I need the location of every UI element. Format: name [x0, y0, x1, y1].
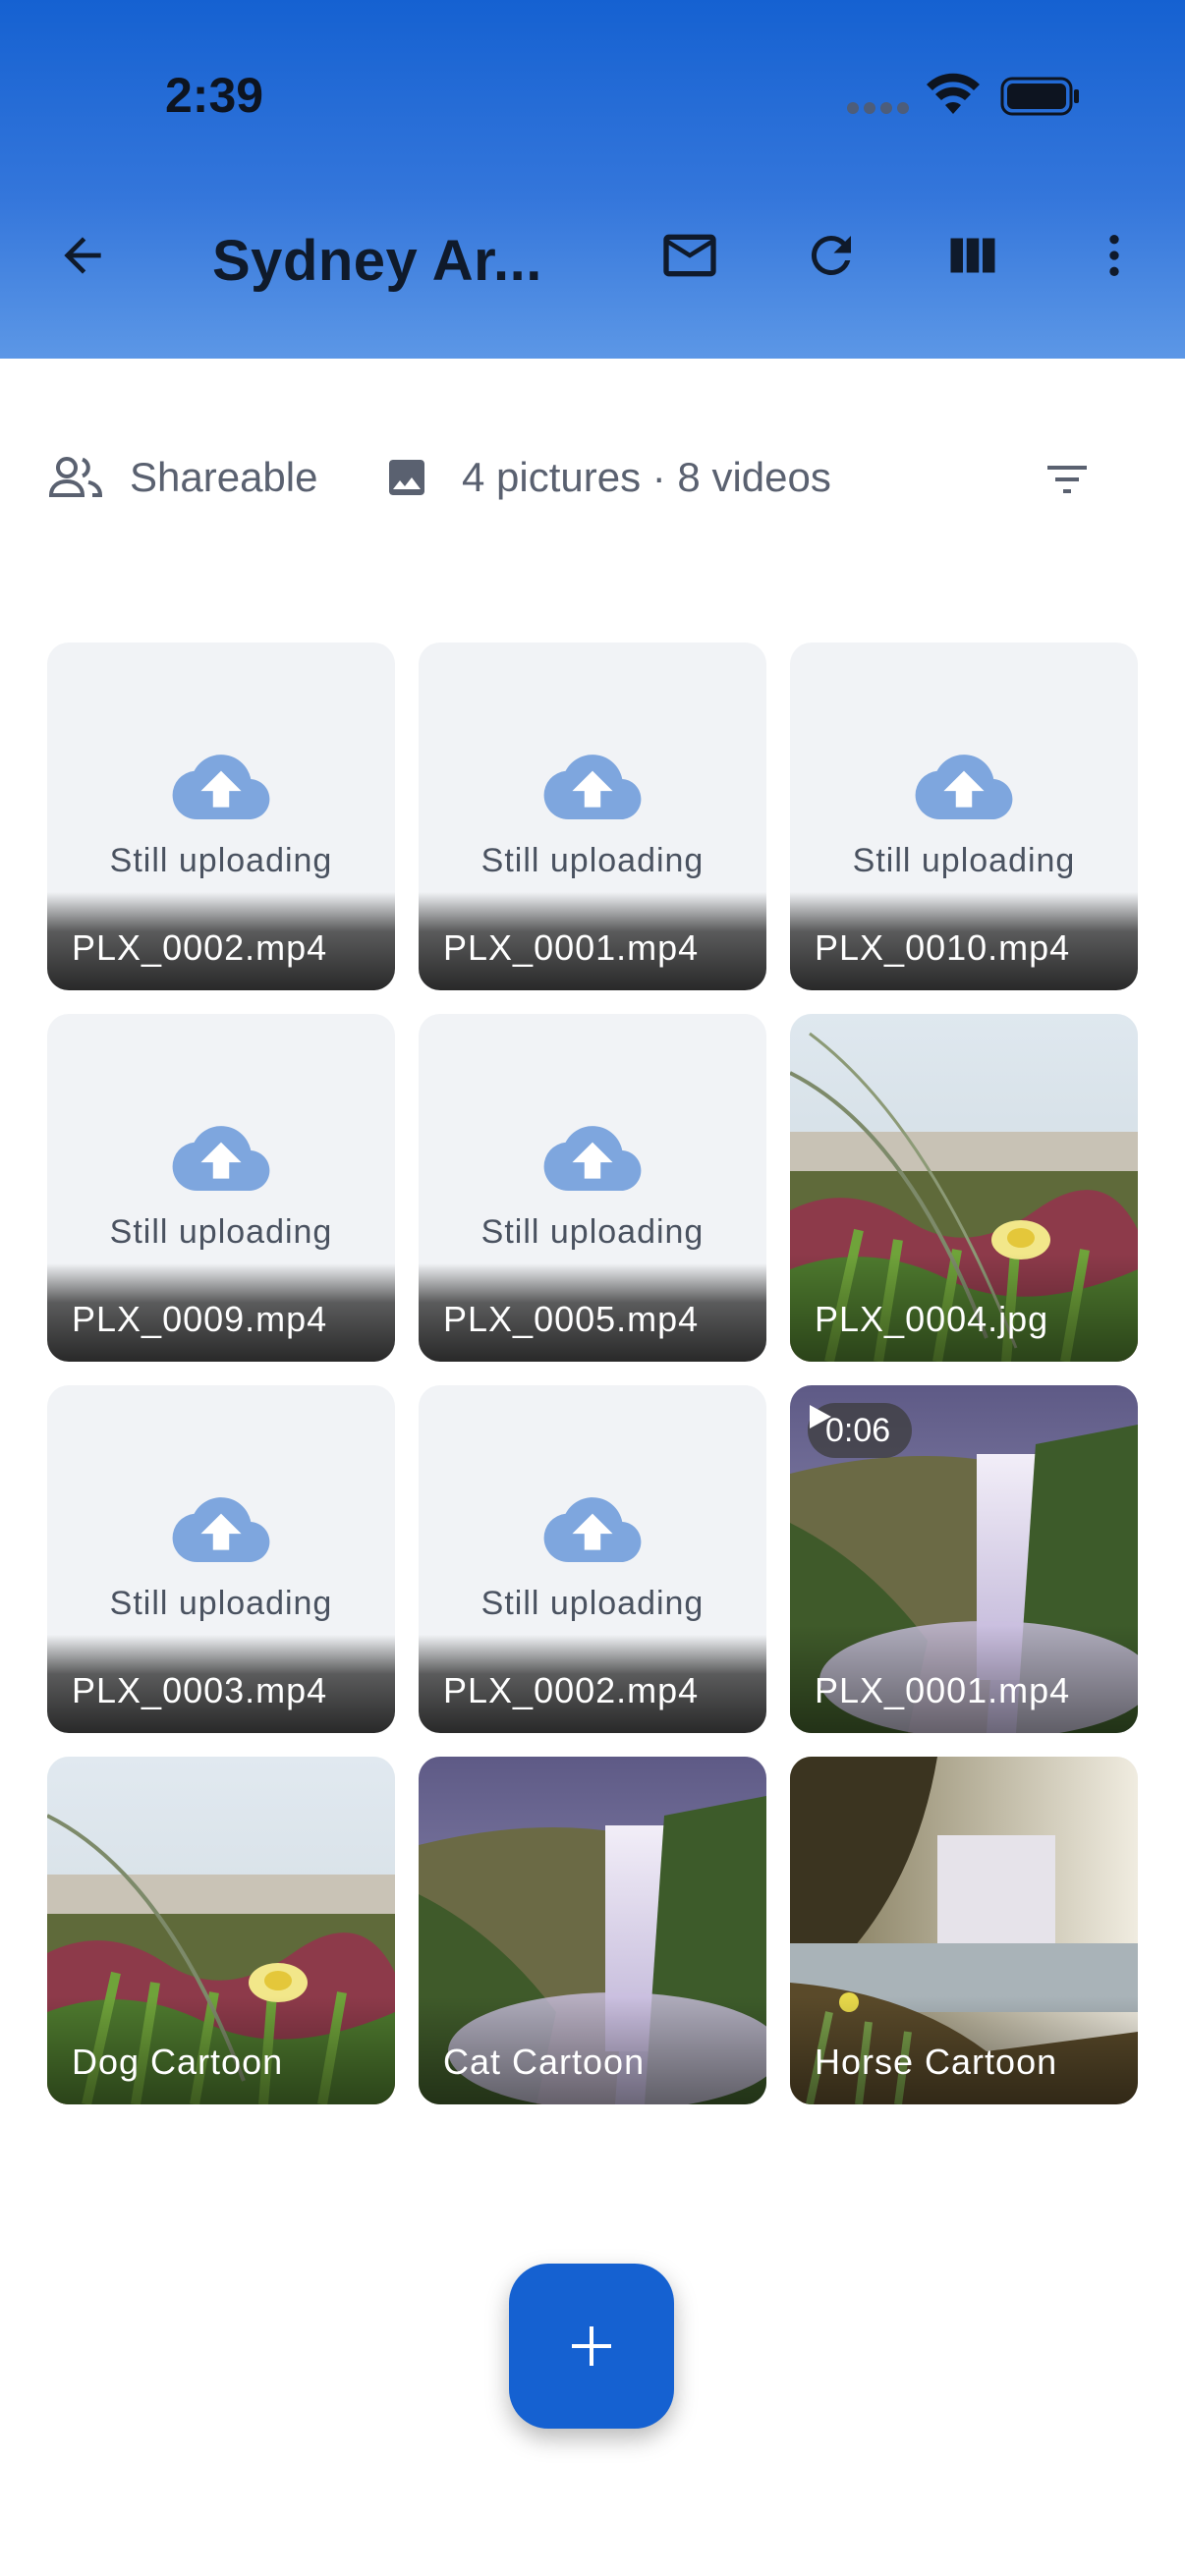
media-tile[interactable]: Still uploading PLX_0002.mp4 — [47, 643, 395, 990]
media-tile[interactable]: Still uploading PLX_0001.mp4 — [419, 643, 766, 990]
columns-view-button[interactable] — [931, 214, 1014, 297]
media-tile[interactable]: Dog Cartoon — [47, 1757, 395, 2104]
email-button[interactable] — [649, 214, 731, 297]
mail-icon — [663, 234, 716, 277]
media-name: PLX_0002.mp4 — [72, 927, 328, 968]
uploading-status: Still uploading — [480, 1213, 705, 1251]
people-icon — [48, 457, 103, 497]
back-button[interactable] — [41, 214, 124, 297]
uploading-status: Still uploading — [480, 1585, 705, 1622]
filter-button[interactable] — [1030, 450, 1104, 509]
media-tile[interactable]: Cat Cartoon — [419, 1757, 766, 2104]
media-name: PLX_0004.jpg — [815, 1299, 1049, 1339]
media-tile[interactable]: Horse Cartoon — [790, 1757, 1138, 2104]
media-name: PLX_0001.mp4 — [815, 1670, 1071, 1710]
shareable-label: Shareable — [130, 454, 318, 500]
media-name: PLX_0003.mp4 — [72, 1670, 328, 1710]
media-name: PLX_0005.mp4 — [443, 1299, 700, 1339]
uploading-status: Still uploading — [109, 842, 333, 879]
media-tile[interactable]: 0:06 PLX_0001.mp4 — [790, 1385, 1138, 1733]
media-tile[interactable]: PLX_0004.jpg — [790, 1014, 1138, 1362]
cloud-upload-icon — [543, 755, 642, 819]
video-duration-badge: 0:06 — [808, 1403, 913, 1458]
battery-icon — [1000, 77, 1079, 116]
plus-icon — [572, 2326, 611, 2366]
video-duration: 0:06 — [825, 1411, 891, 1449]
add-media-button[interactable] — [509, 2264, 674, 2429]
media-name: PLX_0002.mp4 — [443, 1670, 700, 1710]
media-tile[interactable]: Still uploading PLX_0003.mp4 — [47, 1385, 395, 1733]
refresh-icon — [811, 235, 851, 275]
more-options-button[interactable] — [1073, 214, 1156, 297]
media-count: 4 pictures · 8 videos — [462, 454, 831, 500]
media-name: PLX_0009.mp4 — [72, 1299, 328, 1339]
cloud-upload-icon — [172, 1497, 270, 1562]
media-tile[interactable]: Still uploading PLX_0009.mp4 — [47, 1014, 395, 1362]
wifi-icon — [927, 73, 980, 114]
filter-list-icon — [1047, 466, 1087, 493]
cloud-upload-icon — [543, 1126, 642, 1191]
image-icon — [389, 460, 424, 495]
cloud-upload-icon — [172, 755, 270, 819]
refresh-button[interactable] — [790, 214, 873, 297]
uploading-status: Still uploading — [852, 842, 1076, 879]
arrow-back-icon — [64, 237, 101, 274]
uploading-status: Still uploading — [480, 842, 705, 879]
media-tile[interactable]: Still uploading PLX_0005.mp4 — [419, 1014, 766, 1362]
media-name: PLX_0010.mp4 — [815, 927, 1071, 968]
play-icon — [810, 1405, 831, 1428]
page-title: Sydney Ar... — [212, 229, 542, 293]
media-name: PLX_0001.mp4 — [443, 927, 700, 968]
app-header: 2:39 Sydney Ar... — [0, 0, 1185, 359]
cellular-signal-icon — [847, 102, 910, 114]
view-column-icon — [950, 238, 995, 273]
cloud-upload-icon — [172, 1126, 270, 1191]
cloud-upload-icon — [915, 755, 1013, 819]
uploading-status: Still uploading — [109, 1585, 333, 1622]
media-name: Cat Cartoon — [443, 2042, 646, 2082]
status-time: 2:39 — [165, 68, 264, 123]
cloud-upload-icon — [543, 1497, 642, 1562]
album-info-row: Shareable 4 pictures · 8 videos — [0, 432, 1185, 521]
media-name: Horse Cartoon — [815, 2042, 1058, 2082]
media-tile[interactable]: Still uploading PLX_0010.mp4 — [790, 643, 1138, 990]
media-name: Dog Cartoon — [72, 2042, 284, 2082]
more-vert-icon — [1109, 235, 1119, 276]
media-tile[interactable]: Still uploading PLX_0002.mp4 — [419, 1385, 766, 1733]
uploading-status: Still uploading — [109, 1213, 333, 1251]
